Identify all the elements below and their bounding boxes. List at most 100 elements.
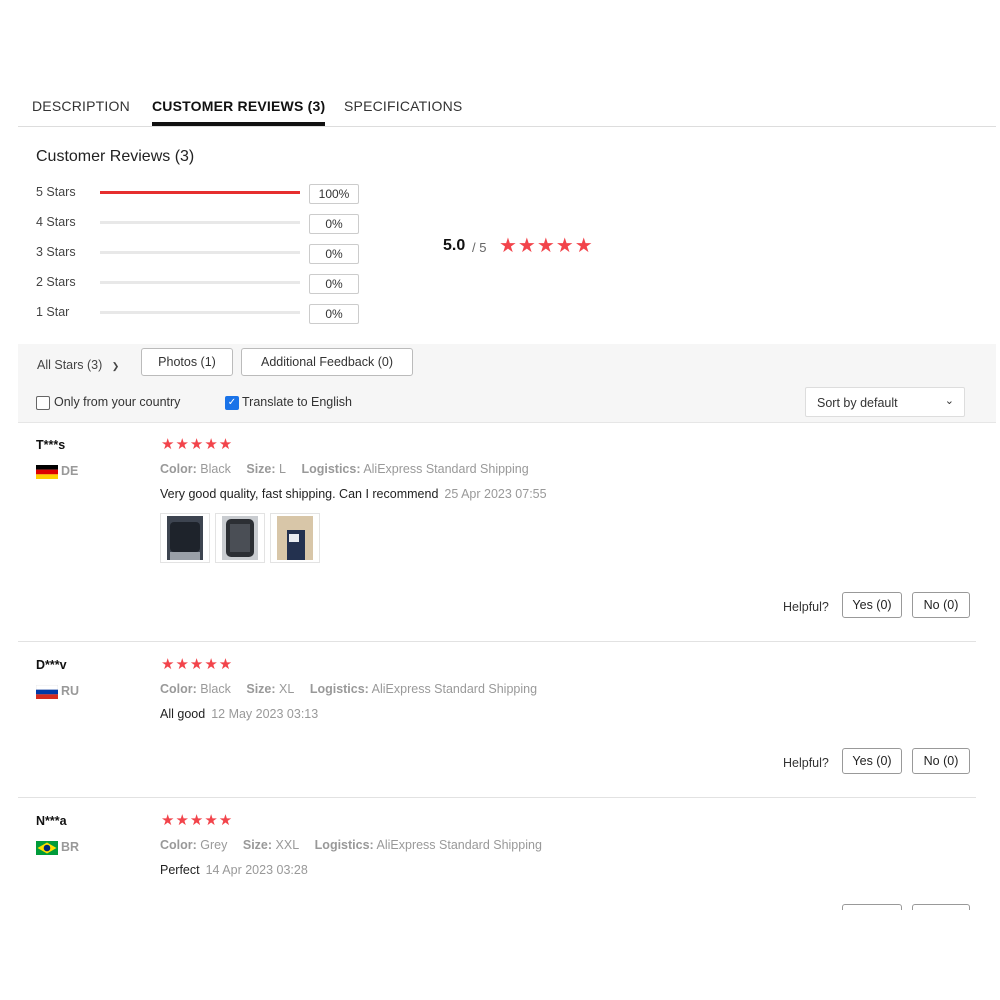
review-attributes: Color: Black Size: XL Logistics: AliExpr… <box>160 682 549 696</box>
review-date: 14 Apr 2023 03:28 <box>205 863 308 877</box>
review-text-line: All good 12 May 2023 03:13 <box>160 707 318 721</box>
rating-bar <box>100 251 300 254</box>
only-country-label[interactable]: Only from your country <box>54 395 180 409</box>
tab-customer-reviews[interactable]: CUSTOMER REVIEWS (3) <box>152 98 326 126</box>
review-star-rating: ★★★★★ <box>161 814 234 829</box>
translate-label[interactable]: Translate to English <box>242 395 352 409</box>
review-text-line: Very good quality, fast shipping. Can I … <box>160 487 547 501</box>
rating-label: 5 Stars <box>36 185 76 199</box>
review-photo-image <box>222 516 258 560</box>
review-text-line: Perfect 14 Apr 2023 03:28 <box>160 863 308 877</box>
size-value: XXL <box>275 838 300 852</box>
rating-bar-fill <box>100 191 300 194</box>
review-attributes: Color: Black Size: L Logistics: AliExpre… <box>160 462 541 476</box>
reviewer-name: N***a <box>36 814 67 828</box>
logistics-key: Logistics: <box>301 462 361 476</box>
rating-label: 3 Stars <box>36 245 76 259</box>
review-attributes: Color: Grey Size: XXL Logistics: AliExpr… <box>160 838 554 852</box>
rating-percent: 0% <box>309 214 359 234</box>
rating-row-3: 3 Stars 0% <box>36 243 366 264</box>
helpful-yes-button[interactable]: Yes (0) <box>842 748 902 774</box>
review-date: 12 May 2023 03:13 <box>211 707 319 721</box>
chevron-down-icon: ❯ <box>111 361 120 371</box>
helpful-label: Helpful? <box>783 600 829 614</box>
review-photo[interactable] <box>160 513 210 563</box>
germany-flag-icon <box>36 465 58 479</box>
reviewer-country: BR <box>61 840 80 854</box>
brazil-flag-icon <box>36 841 58 855</box>
size-key: Size: <box>246 462 276 476</box>
all-stars-dropdown[interactable]: All Stars (3) ❯ <box>37 358 119 372</box>
color-key: Color: <box>160 682 197 696</box>
average-rating: 5.0 <box>443 237 466 254</box>
sort-label: Sort by default <box>817 396 898 410</box>
rating-bar <box>100 191 300 194</box>
russia-flag-icon <box>36 685 58 699</box>
review-item: N***a BR ★★★★★ Color: Grey Size: XXL Log… <box>18 814 976 910</box>
review-item: T***s DE ★★★★★ Color: Black Size: L Logi… <box>18 436 976 638</box>
rating-label: 2 Stars <box>36 275 76 289</box>
rating-percent: 100% <box>309 184 359 204</box>
rating-percent: 0% <box>309 274 359 294</box>
additional-feedback-button[interactable]: Additional Feedback (0) <box>241 348 413 376</box>
rating-row-5: 5 Stars 100% <box>36 183 366 204</box>
color-key: Color: <box>160 838 197 852</box>
logistics-value: AliExpress Standard Shipping <box>376 838 542 852</box>
reviewer-name: T***s <box>36 438 66 452</box>
review-photo[interactable] <box>270 513 320 563</box>
review-photo-image <box>277 516 313 560</box>
photos-filter-button[interactable]: Photos (1) <box>141 348 233 376</box>
reviewer-country: DE <box>61 464 79 478</box>
review-filter-bar: All Stars (3) ❯ Photos (1) Additional Fe… <box>18 344 996 423</box>
review-divider <box>18 797 976 798</box>
tab-specifications[interactable]: SPECIFICATIONS <box>344 98 462 114</box>
color-value: Black <box>200 682 231 696</box>
rating-row-1: 1 Star 0% <box>36 303 366 324</box>
color-value: Grey <box>200 838 228 852</box>
helpful-no-button[interactable] <box>912 904 970 910</box>
reviews-summary-title: Customer Reviews (3) <box>36 148 195 165</box>
rating-percent: 0% <box>309 244 359 264</box>
color-value: Black <box>200 462 231 476</box>
review-text: Perfect <box>160 863 200 877</box>
logistics-key: Logistics: <box>309 682 369 696</box>
translate-checkbox[interactable]: ✓ <box>225 396 239 410</box>
review-star-rating: ★★★★★ <box>161 656 234 673</box>
helpful-label: Helpful? <box>783 756 829 770</box>
rating-row-4: 4 Stars 0% <box>36 213 366 234</box>
helpful-yes-button[interactable]: Yes (0) <box>842 592 902 618</box>
rating-label: 1 Star <box>36 305 70 319</box>
tab-bar: DESCRIPTION CUSTOMER REVIEWS (3) SPECIFI… <box>18 86 996 127</box>
review-item: D***v RU ★★★★★ Color: Black Size: XL Log… <box>18 656 976 788</box>
review-divider <box>18 641 976 642</box>
chevron-down-icon: ⌄ <box>944 395 954 407</box>
review-text: Very good quality, fast shipping. Can I … <box>160 487 439 501</box>
rating-bar <box>100 311 300 314</box>
logistics-value: AliExpress Standard Shipping <box>371 682 538 696</box>
helpful-no-button[interactable]: No (0) <box>912 748 970 774</box>
review-photo[interactable] <box>215 513 265 563</box>
rating-row-2: 2 Stars 0% <box>36 273 366 294</box>
size-value: L <box>279 462 286 476</box>
rating-bar <box>100 281 300 284</box>
logistics-value: AliExpress Standard Shipping <box>363 462 529 476</box>
helpful-no-button[interactable]: No (0) <box>912 592 970 618</box>
only-country-checkbox[interactable] <box>36 396 50 410</box>
reviewer-name: D***v <box>36 658 67 672</box>
rating-percent: 0% <box>309 304 359 324</box>
review-photo-image <box>167 516 203 560</box>
all-stars-label: All Stars (3) <box>37 358 103 372</box>
tab-description[interactable]: DESCRIPTION <box>32 98 130 114</box>
review-text: All good <box>160 707 206 721</box>
logistics-key: Logistics: <box>314 838 374 852</box>
helpful-yes-button[interactable] <box>842 904 902 910</box>
average-rating-max: / 5 <box>472 240 487 255</box>
size-value: XL <box>279 682 295 696</box>
sort-dropdown[interactable]: Sort by default ⌄ <box>805 387 965 417</box>
rating-bar <box>100 221 300 224</box>
average-star-rating: ★★★★★ <box>499 235 594 257</box>
size-key: Size: <box>242 838 273 852</box>
review-star-rating: ★★★★★ <box>161 436 234 453</box>
color-key: Color: <box>160 462 197 476</box>
reviewer-country: RU <box>61 684 80 698</box>
